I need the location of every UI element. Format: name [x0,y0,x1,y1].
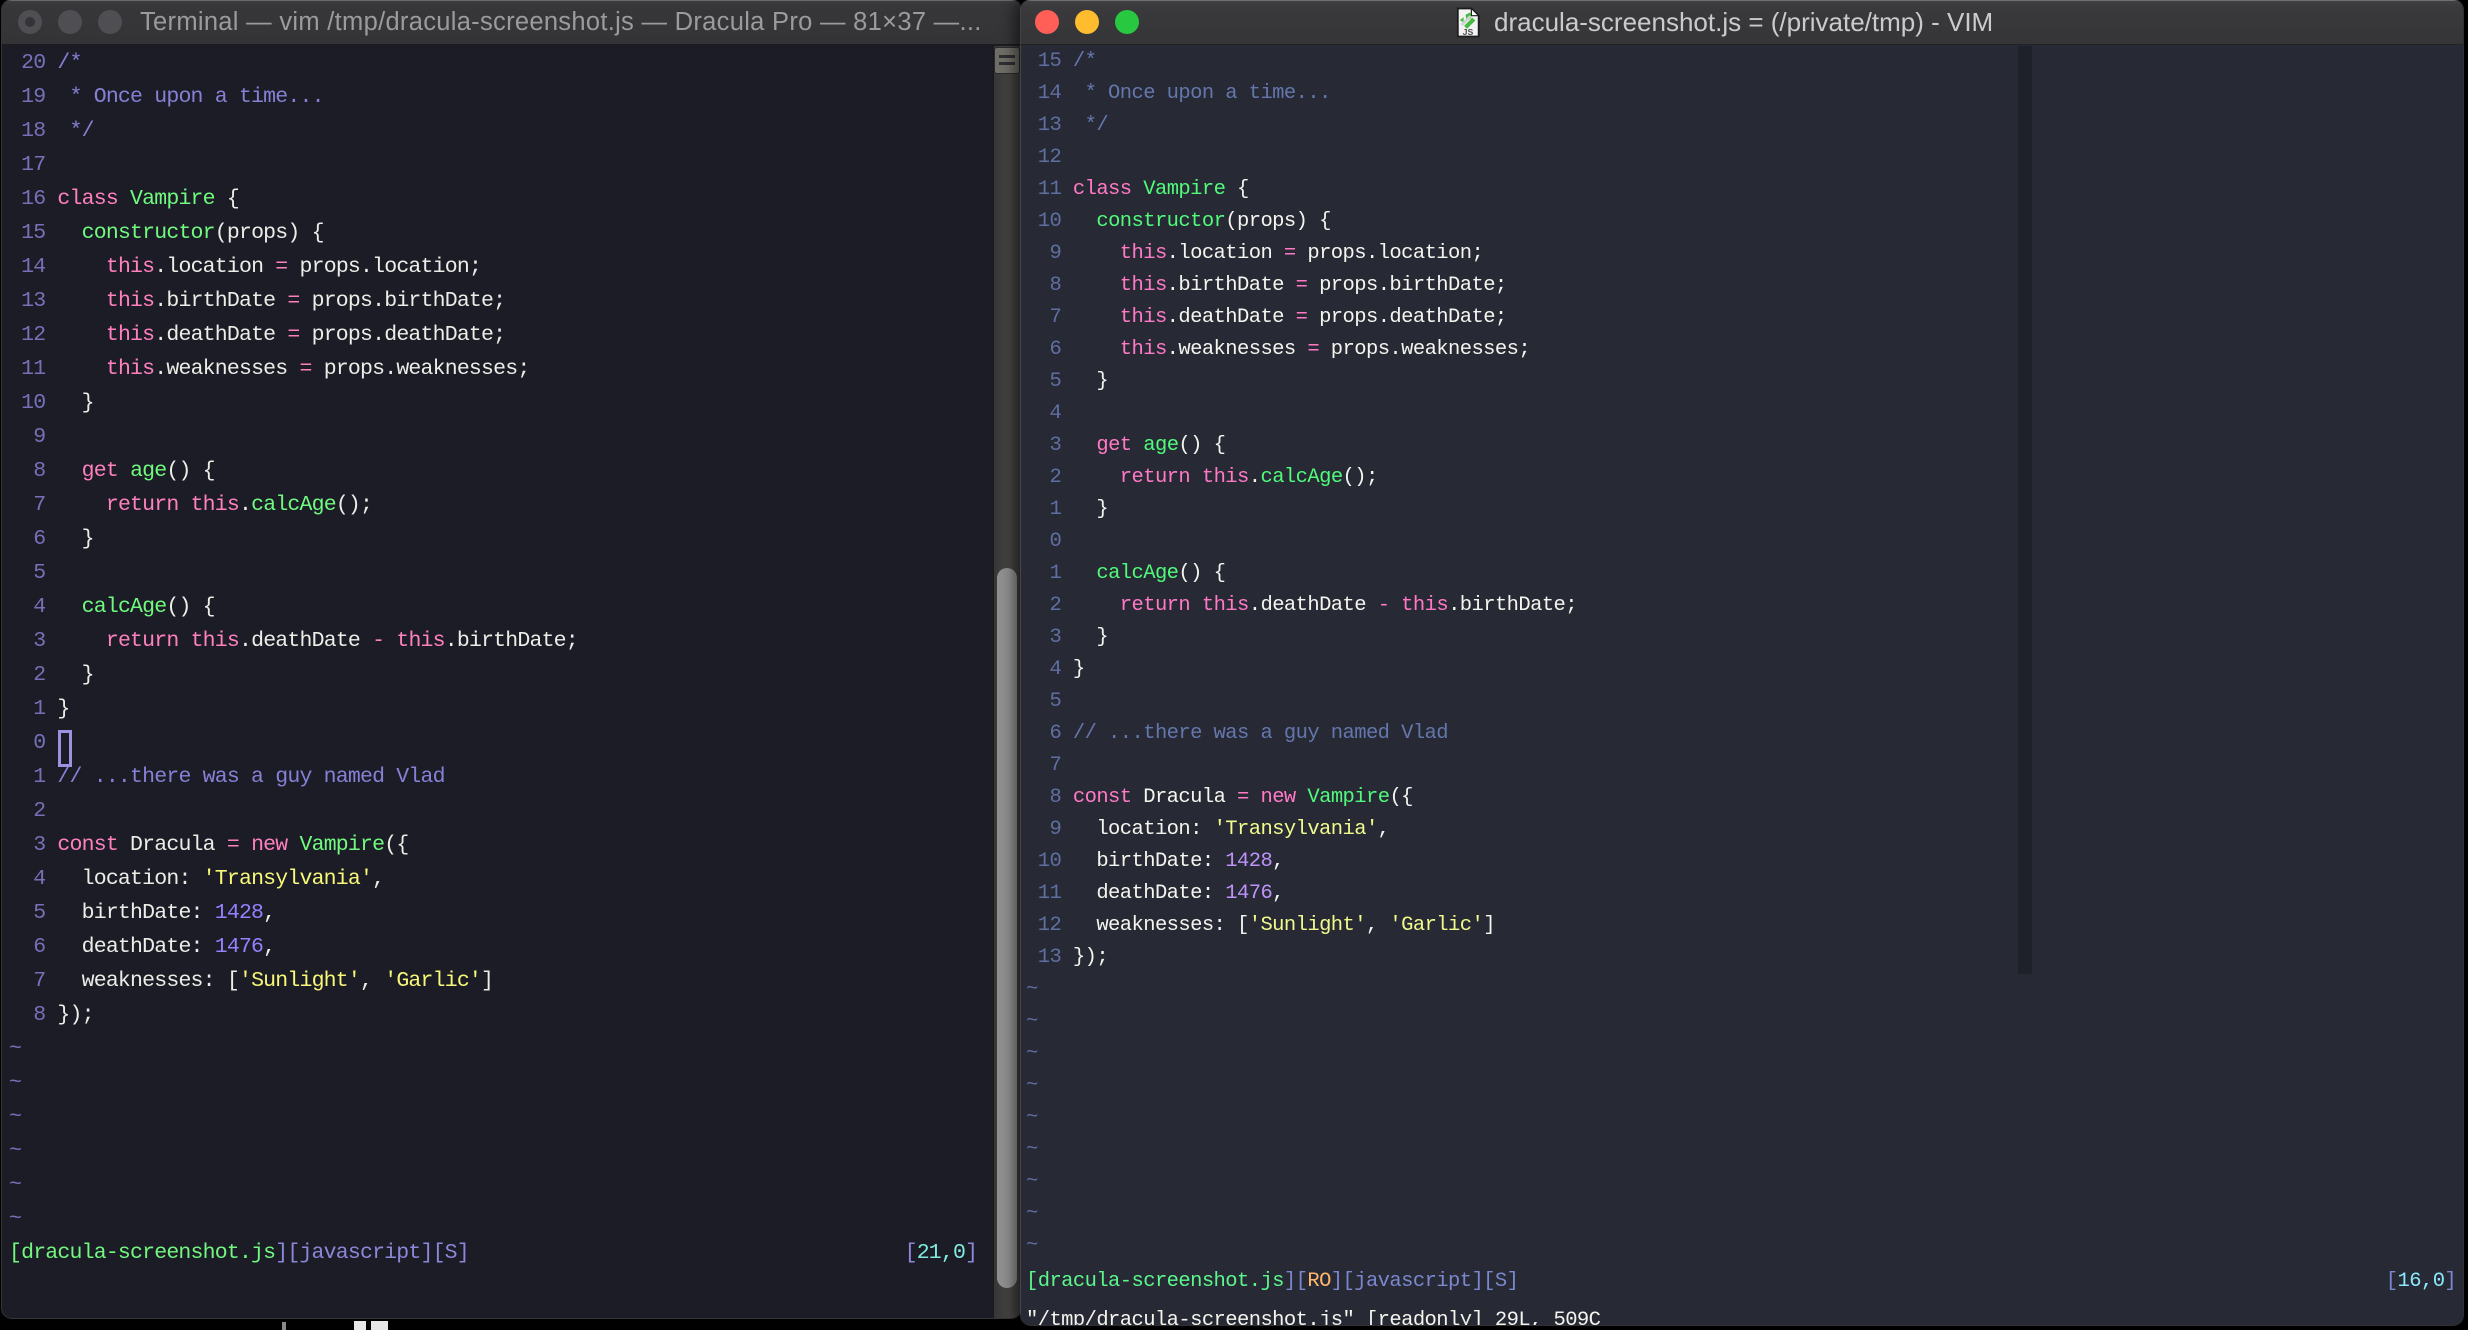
svg-text:JS: JS [1463,27,1474,37]
